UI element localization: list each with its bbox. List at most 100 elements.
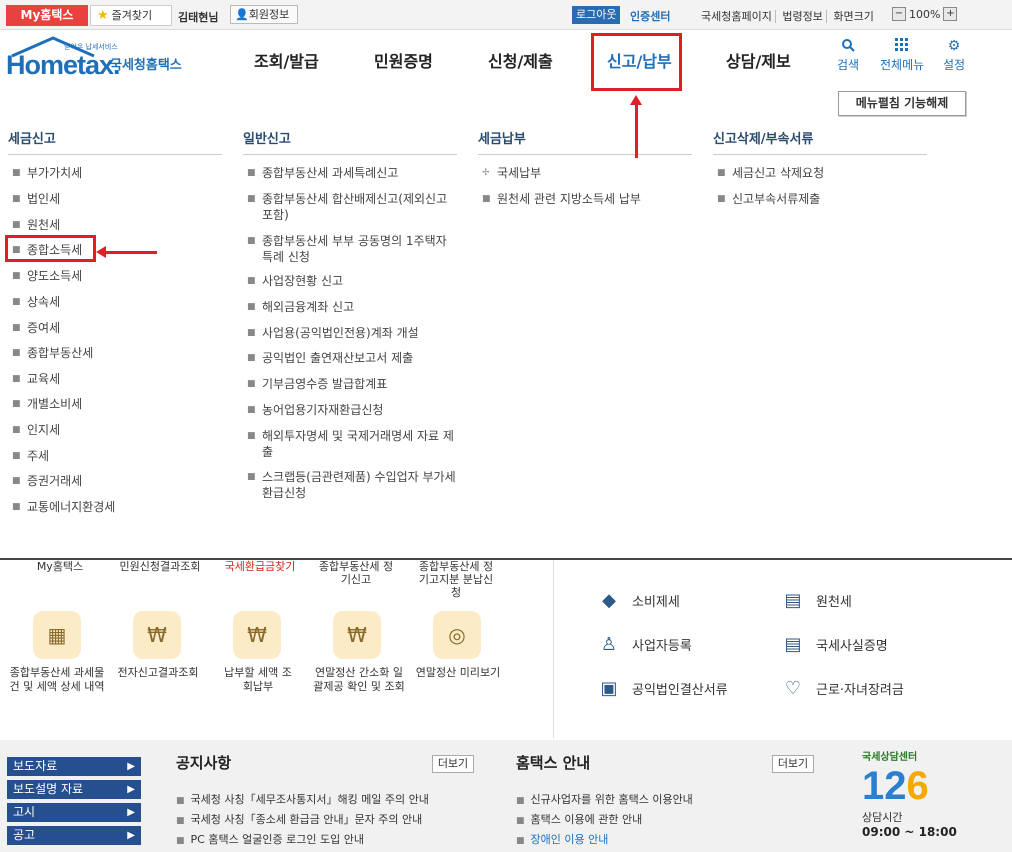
zoom-in-button[interactable]: +	[943, 7, 958, 21]
menu-item[interactable]: ■ 교통에너지환경세	[12, 499, 227, 515]
quick-label[interactable]: 전자신고결과조회	[110, 666, 206, 680]
nav-civil-certificate[interactable]: 민원증명	[374, 48, 433, 72]
settings-button[interactable]: ⚙ 설정	[943, 38, 965, 73]
nav-apply-submit[interactable]: 신청/제출	[488, 48, 553, 72]
guide-item[interactable]: ■ 신규사업자를 위한 홈택스 이용안내	[516, 791, 693, 807]
menu-item[interactable]: ■ 종합부동산세	[12, 345, 227, 361]
chevron-right-icon: ▶	[127, 784, 135, 795]
quick-label[interactable]: 연말정산 간소화 일괄제공 확인 및 조회	[310, 666, 408, 694]
menu-item-label: 개별소비세	[27, 397, 83, 411]
menu-item-label: 교육세	[27, 372, 61, 386]
money-bag-icon[interactable]: ₩	[233, 611, 281, 659]
menu-item[interactable]: ■ 인지세	[12, 422, 227, 438]
menu-item-label: 기부금영수증 발급합계표	[262, 377, 388, 391]
menu-item[interactable]: ■ 원천세	[12, 217, 227, 233]
menu-item-label: 상속세	[27, 295, 61, 309]
notice-more-button[interactable]: 더보기	[432, 755, 474, 773]
menu-item[interactable]: ■ 세금신고 삭제요청	[717, 165, 932, 181]
menu-item[interactable]: ■ 원천세 관련 지방소득세 납부	[482, 191, 697, 207]
menu-item-label: 해외투자명세 및 국제거래명세 자료 제출	[262, 429, 454, 459]
menu-item[interactable]: ■ 증여세	[12, 320, 227, 336]
hometax-logo[interactable]: 믿어온 납세서비스 Hometax. 국세청홈택스	[6, 36, 196, 86]
menu-item[interactable]: ■ 사업장현황 신고	[247, 273, 458, 289]
cert-center-link[interactable]: 인증센터	[630, 8, 670, 24]
cut-label: 국세환급금찾기	[224, 560, 296, 573]
menu-item[interactable]: ■ 종합부동산세 과세특례신고	[247, 165, 458, 181]
menu-item[interactable]: ■ 주세	[12, 448, 227, 464]
bullet-icon: ■	[247, 276, 256, 286]
right-menu-item[interactable]: ♡ 근로·자녀장려금	[780, 678, 904, 699]
menu-item[interactable]: ■ 종합부동산세 합산배제신고(제외신고포함)	[247, 191, 458, 223]
member-info-button[interactable]: 👤회원정보	[230, 5, 298, 24]
chevron-right-icon: ▶	[127, 830, 135, 841]
menu-item-label: 원천세	[27, 218, 61, 232]
logout-button[interactable]: 로그아웃	[572, 6, 621, 24]
menu-item[interactable]: ■ 신고부속서류제출	[717, 191, 932, 207]
bullet-icon: ■	[12, 220, 21, 230]
right-menu-item[interactable]: ▤ 국세사실증명	[780, 634, 887, 655]
menu-item[interactable]: ■ 공익법인 출연재산보고서 제출	[247, 350, 458, 366]
menu-item[interactable]: ■ 상속세	[12, 294, 227, 310]
right-menu-item[interactable]: ▣ 공익법인결산서류	[596, 678, 727, 699]
zoom-control: − 100% +	[892, 7, 958, 21]
menu-item[interactable]: ■ 법인세	[12, 191, 227, 207]
menu-item[interactable]: ■ 양도소득세	[12, 268, 227, 284]
nav-highlight-box	[591, 33, 682, 91]
right-menu-item[interactable]: ♙ 사업자등록	[596, 634, 692, 655]
menu-item[interactable]: ■ 부가가치세	[12, 165, 227, 181]
menu-item[interactable]: ■ 사업용(공익법인전용)계좌 개설	[247, 325, 458, 341]
quick-label[interactable]: 납부할 세액 조회납부	[220, 666, 296, 694]
menu-item-label: 원천세 관련 지방소득세 납부	[497, 192, 641, 206]
menu-item[interactable]: ■ 해외투자명세 및 국제거래명세 자료 제출	[247, 428, 458, 460]
guide-item[interactable]: ■ 홈택스 이용에 관한 안내	[516, 811, 642, 827]
divider	[553, 560, 554, 738]
menu-item[interactable]: ■ 종합부동산세 부부 공동명의 1주택자 특례 신청	[247, 233, 458, 265]
search-button[interactable]: 검색	[837, 38, 859, 73]
favorites-button[interactable]: ★ 즐겨찾기	[90, 5, 172, 26]
calendar-icon[interactable]: ▦	[33, 611, 81, 659]
all-menu-label: 전체메뉴	[880, 58, 925, 72]
notification-button[interactable]: 고시 ▶	[7, 803, 141, 822]
my-hometax-tab[interactable]: My홈택스	[6, 5, 88, 26]
bullet-icon: ■	[12, 451, 21, 461]
menu-item[interactable]: ■ 개별소비세	[12, 396, 227, 412]
law-info-link[interactable]: 법령정보	[779, 10, 827, 23]
guide-item[interactable]: ■ 장애인 이용 안내	[516, 831, 608, 847]
guide-title: 홈택스 안내	[516, 754, 591, 772]
notice-item[interactable]: ■ 국세청 사칭「세무조사통지서」해킹 메일 주의 안내	[176, 791, 429, 807]
star-icon: ★	[97, 8, 109, 23]
press-explanation-button[interactable]: 보도설명 자료 ▶	[7, 780, 141, 799]
nav-inquiry-issue[interactable]: 조회/발급	[254, 48, 319, 72]
notice-item[interactable]: ■ PC 홈택스 얼굴인증 로그인 도입 안내	[176, 831, 364, 847]
nts-homepage-link[interactable]: 국세청홈페이지	[698, 10, 776, 23]
all-menu-button[interactable]: 전체메뉴	[880, 38, 924, 73]
notice-item[interactable]: ■ 국세청 사칭「종소세 환급금 안내」문자 주의 안내	[176, 811, 422, 827]
footer-button-label: 고시	[13, 805, 36, 819]
menu-item-label: 종합부동산세	[27, 346, 94, 360]
coin-icon[interactable]: ◎	[433, 611, 481, 659]
search-doc-icon[interactable]: ₩	[133, 611, 181, 659]
menu-item[interactable]: ■ 증권거래세	[12, 473, 227, 489]
zoom-out-button[interactable]: −	[892, 7, 906, 21]
nav-consult-report[interactable]: 상담/제보	[726, 48, 791, 72]
menu-item[interactable]: ■ 기부금영수증 발급합계표	[247, 376, 458, 392]
consultation-center: 국세상담센터 126 상담시간 09:00 ~ 18:00	[862, 748, 972, 852]
quick-label[interactable]: 연말정산 미리보기	[406, 666, 510, 680]
right-menu-item[interactable]: ◆ 소비제세	[596, 590, 680, 611]
guide-more-button[interactable]: 더보기	[772, 755, 814, 773]
menu-item[interactable]: ✢ 국세납부	[482, 165, 697, 181]
right-menu-item[interactable]: ▤ 원천세	[780, 590, 851, 611]
announcement-button[interactable]: 공고 ▶	[7, 826, 141, 845]
menu-item[interactable]: ■ 해외금융계좌 신고	[247, 299, 458, 315]
money-bag-icon[interactable]: ₩	[333, 611, 381, 659]
menu-item-label: 양도소득세	[27, 269, 83, 283]
center-number-a: 12	[862, 764, 907, 808]
bullet-icon: ■	[482, 194, 491, 204]
clipboard-icon: ▣	[600, 678, 618, 699]
menu-item[interactable]: ■ 스크랩등(금관련제품) 수입업자 부가세 환급신청	[247, 469, 458, 501]
quick-label[interactable]: 종합부동산세 과세물건 및 세액 상세 내역	[8, 666, 106, 694]
menu-item[interactable]: ■ 농어업용기자재환급신청	[247, 402, 458, 418]
menu-item[interactable]: ■ 교육세	[12, 371, 227, 387]
menu-fold-toggle-button[interactable]: 메뉴펼침 기능해제	[838, 91, 966, 116]
press-release-button[interactable]: 보도자료 ▶	[7, 757, 141, 776]
